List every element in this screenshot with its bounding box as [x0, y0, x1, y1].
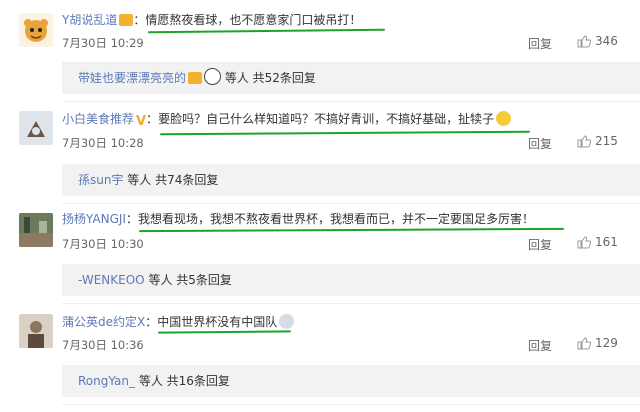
comment-line: 小白美食推荐 V：要脸吗？自己什么样知道吗？不搞好青训，不搞好基础，扯犊子	[62, 111, 512, 129]
avatar[interactable]	[19, 314, 53, 348]
thumbs-up-icon	[577, 34, 591, 47]
verified-v-icon: V	[136, 114, 147, 129]
comment-text: 中国世界杯没有中国队	[157, 315, 278, 329]
reply-button[interactable]: 回复	[528, 135, 552, 152]
comment-line: Y胡说乱道 ：情愿熬夜看球，也不愿意家门口被吊打！	[62, 13, 362, 27]
comment-text: 我想看现场，我想不熬夜看世界杯，我想看而已，并不一定要国足多厉害！	[137, 212, 534, 226]
comment-line: 蒲公英de约定X：中国世界杯没有中国队	[62, 314, 295, 330]
like-count: 215	[595, 134, 618, 148]
username-link[interactable]: 扬杨YANGJI	[62, 212, 126, 226]
comment-timestamp: 7月30日 10:36	[62, 338, 144, 352]
username-link[interactable]: 蒲公英de约定X	[62, 315, 145, 329]
reply-button[interactable]: 回复	[528, 236, 552, 253]
reply-summary[interactable]: 带娃也要漂漂亮亮的 等人 共52条回复	[62, 62, 640, 94]
like-count: 346	[595, 34, 618, 48]
thumbs-up-icon	[577, 235, 591, 248]
divider	[62, 203, 640, 204]
reply-summary[interactable]: -WENKEOO 等人 共5条回复	[62, 264, 640, 296]
like-button[interactable]: 129	[577, 336, 618, 350]
username-link[interactable]: 小白美食推荐	[62, 112, 134, 126]
reply-user-link[interactable]: RongYan_	[78, 374, 135, 388]
scared-emoji-icon	[279, 314, 295, 329]
gift-badge-icon	[188, 72, 203, 84]
reply-count-text: 等人 共74条回复	[127, 173, 219, 187]
gift-badge-icon	[119, 14, 134, 26]
like-count: 129	[595, 336, 618, 350]
avatar[interactable]	[19, 213, 53, 247]
comment-timestamp: 7月30日 10:30	[62, 237, 144, 251]
highlight-underline	[159, 130, 531, 136]
like-count: 161	[595, 235, 618, 249]
reply-count-text: 等人 共52条回复	[224, 71, 316, 85]
comment-text: 情愿熬夜看球，也不愿意家门口被吊打！	[145, 13, 362, 27]
reply-user-link[interactable]: 孫sun宇	[78, 173, 123, 187]
crying-emoji-icon	[496, 111, 512, 126]
reply-summary[interactable]: RongYan_ 等人 共16条回复	[62, 365, 640, 397]
comment-timestamp: 7月30日 10:29	[62, 36, 144, 50]
reply-count-text: 等人 共16条回复	[138, 374, 230, 388]
username-link[interactable]: Y胡说乱道	[62, 13, 117, 27]
avatar[interactable]	[19, 13, 53, 47]
reply-user-link[interactable]: 带娃也要漂漂亮亮的	[78, 71, 186, 85]
highlight-underline	[147, 28, 386, 34]
like-button[interactable]: 161	[577, 235, 618, 249]
reply-button[interactable]: 回复	[528, 35, 552, 52]
highlight-underline	[157, 330, 292, 334]
highlight-underline	[138, 227, 565, 233]
reply-user-link[interactable]: -WENKEOO	[78, 273, 145, 287]
comment-text: 要脸吗？自己什么样知道吗？不搞好青训，不搞好基础，扯犊子	[158, 112, 495, 126]
comment-timestamp: 7月30日 10:28	[62, 136, 144, 150]
thumbs-up-icon	[577, 336, 591, 349]
divider	[62, 404, 640, 405]
panda-emoji-icon	[204, 68, 222, 85]
reply-button[interactable]: 回复	[528, 337, 552, 354]
reply-summary[interactable]: 孫sun宇 等人 共74条回复	[62, 164, 640, 196]
divider	[62, 303, 640, 304]
thumbs-up-icon	[577, 134, 591, 147]
avatar[interactable]	[19, 111, 53, 145]
divider	[62, 101, 640, 102]
like-button[interactable]: 215	[577, 134, 618, 148]
comment-line: 扬杨YANGJI：我想看现场，我想不熬夜看世界杯，我想看而已，并不一定要国足多厉…	[62, 212, 534, 226]
like-button[interactable]: 346	[577, 34, 618, 48]
reply-count-text: 等人 共5条回复	[148, 273, 232, 287]
